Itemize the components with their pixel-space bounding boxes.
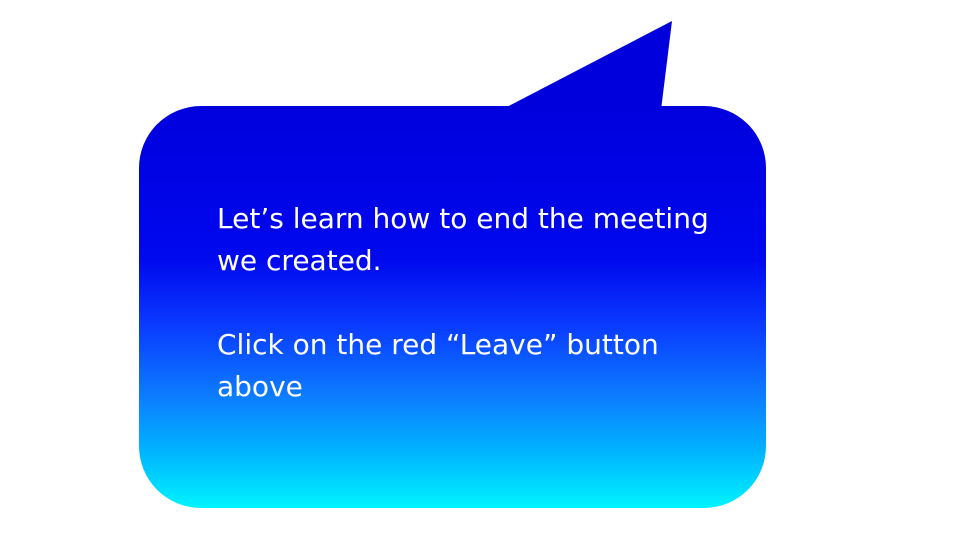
speech-bubble-text: Let’s learn how to end the meeting we cr…: [217, 198, 737, 408]
instruction-action: Click on the red “Leave” button above: [217, 328, 659, 403]
tutorial-slide: Let’s learn how to end the meeting we cr…: [0, 0, 960, 540]
instruction-intro: Let’s learn how to end the meeting we cr…: [217, 202, 709, 277]
